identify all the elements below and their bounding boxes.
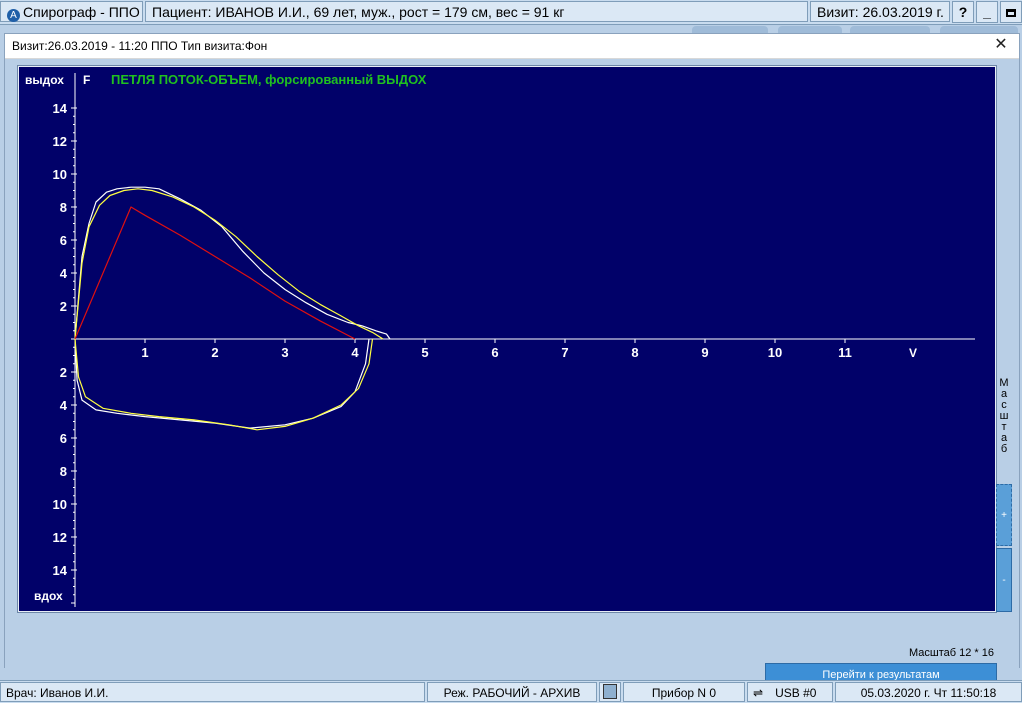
app-title-text: Спирограф - ППО: [23, 4, 140, 20]
y-axis-letter: F: [83, 73, 90, 87]
y-tick-label: 8: [60, 464, 67, 479]
maximize-icon: [1006, 9, 1016, 17]
close-icon[interactable]: ✕: [991, 35, 1011, 55]
y-tick-label: 14: [53, 563, 68, 578]
x-tick-label: 3: [281, 345, 288, 360]
x-axis-letter: V: [909, 346, 917, 360]
y-tick-label: 14: [53, 101, 68, 116]
dialog-titlebar: Визит:26.03.2019 - 11:20 ППО Тип визита:…: [5, 34, 1019, 59]
calculator-icon[interactable]: [599, 682, 621, 702]
app-title: A Спирограф - ППО: [0, 1, 143, 22]
usb-status: ⇌ USB #0: [747, 682, 833, 702]
datetime-status: 05.03.2020 г. Чт 11:50:18: [835, 682, 1022, 702]
visit-date: Визит: 26.03.2019 г.: [810, 1, 950, 22]
device-status: Прибор N 0: [623, 682, 745, 702]
calculator-glyph: [603, 684, 617, 699]
dialog-title: Визит:26.03.2019 - 11:20 ППО Тип визита:…: [12, 39, 268, 53]
x-tick-label: 1: [141, 345, 148, 360]
spirograph-logo-icon: A: [7, 9, 20, 22]
scale-side-label: Масштаб: [998, 378, 1010, 455]
status-bar: Врач: Иванов И.И. Реж. РАБОЧИЙ - АРХИВ П…: [0, 680, 1022, 703]
x-tick-label: 6: [491, 345, 498, 360]
y-label-bottom: вдох: [34, 589, 63, 603]
usb-icon: ⇌: [753, 686, 764, 700]
x-tick-label: 4: [351, 345, 359, 360]
y-tick-label: 2: [60, 365, 67, 380]
y-tick-label: 8: [60, 200, 67, 215]
x-tick-label: 2: [211, 345, 218, 360]
flow-volume-dialog: Визит:26.03.2019 - 11:20 ППО Тип визита:…: [4, 33, 1020, 685]
y-tick-label: 12: [53, 134, 67, 149]
y-tick-label: 2: [60, 299, 67, 314]
minimize-button[interactable]: _: [976, 1, 998, 23]
scale-label: Масштаб 12 * 16: [909, 647, 994, 659]
mode-status: Реж. РАБОЧИЙ - АРХИВ: [427, 682, 597, 702]
y-tick-label: 4: [60, 266, 68, 281]
zoom-out-button[interactable]: -: [996, 548, 1012, 612]
flow-volume-chart: 246810121424681012141 2 3 4 5 6 7 8 9 10 11 ПЕТЛЯ …: [19, 67, 995, 611]
doctor-name: Врач: Иванов И.И.: [0, 682, 425, 702]
y-tick-label: 4: [60, 398, 68, 413]
y-label-top: выдох: [25, 73, 64, 87]
y-tick-label: 6: [60, 431, 67, 446]
y-tick-label: 10: [53, 167, 67, 182]
x-tick-label: 10: [768, 345, 782, 360]
app-titlebar: A Спирограф - ППО Пациент: ИВАНОВ И.И., 6…: [0, 0, 1022, 25]
maximize-button[interactable]: [1000, 1, 1022, 23]
plot-frame: 2 4 6 8 10 12 14 2 4 6 8 10 12 14 1 2 3 4 5 6 7 8 9 10 11 ПЕТЛЯ …: [17, 65, 997, 613]
x-tick-label: 5: [421, 345, 428, 360]
x-tick-label: 9: [701, 345, 708, 360]
usb-label: USB #0: [775, 686, 817, 700]
x-tick-label: 8: [631, 345, 638, 360]
patient-info: Пациент: ИВАНОВ И.И., 69 лет, муж., рост…: [145, 1, 808, 22]
chart-title: ПЕТЛЯ ПОТОК-ОБЪЕМ, форсированный ВЫДОХ: [111, 72, 427, 87]
scale-side-letter: б: [1000, 443, 1008, 455]
x-tick-label: 7: [561, 345, 568, 360]
zoom-in-button[interactable]: +: [996, 484, 1012, 546]
help-button[interactable]: ?: [952, 1, 974, 23]
y-tick-label: 12: [53, 530, 67, 545]
x-tick-label: 11: [838, 345, 852, 360]
y-tick-label: 10: [53, 497, 67, 512]
y-tick-label: 6: [60, 233, 67, 248]
dialog-body: 2 4 6 8 10 12 14 2 4 6 8 10 12 14 1 2 3 4 5 6 7 8 9 10 11 ПЕТЛЯ …: [5, 59, 1019, 685]
